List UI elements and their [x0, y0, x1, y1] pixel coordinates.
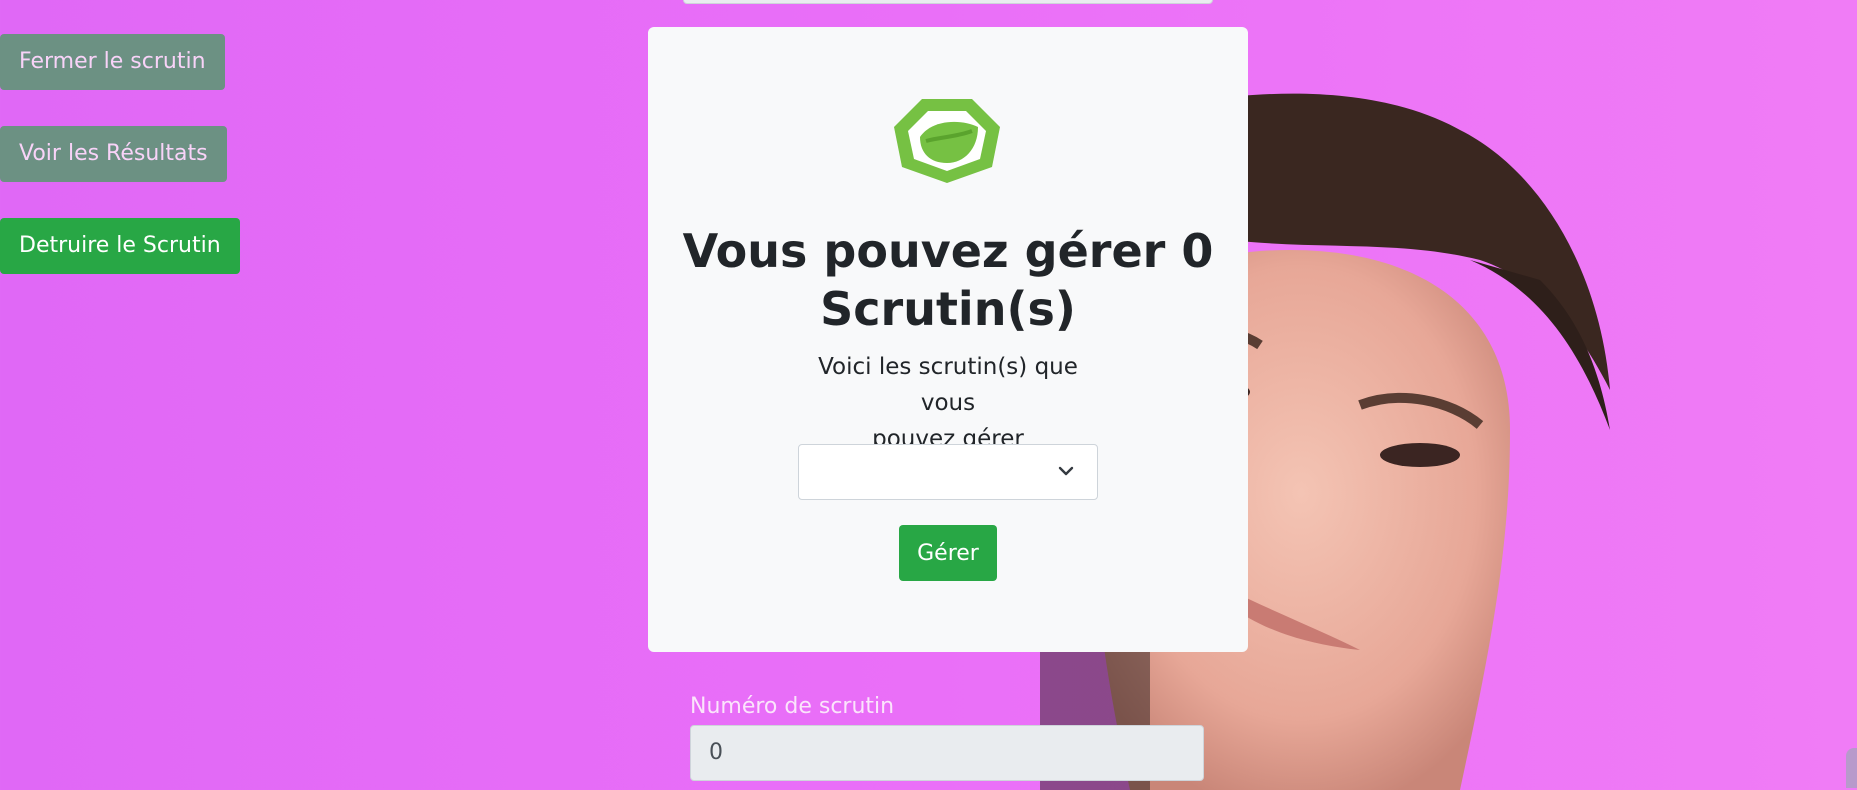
subtitle-line-1: Voici les scrutin(s) que vous: [818, 354, 1078, 416]
destroy-poll-button[interactable]: Detruire le Scrutin: [0, 218, 240, 274]
page-title: Vous pouvez gérer 0 Scrutin(s): [648, 222, 1248, 338]
spring-leaf-logo-icon: [894, 99, 1000, 183]
subtitle: Voici les scrutin(s) que vous pouvez gér…: [788, 349, 1108, 457]
view-results-button[interactable]: Voir les Résultats: [0, 126, 227, 182]
title-line-2: Scrutin(s): [820, 282, 1076, 336]
poll-number-input[interactable]: 0: [690, 725, 1204, 781]
scroll-widget-edge: [1846, 748, 1857, 788]
poll-select[interactable]: [798, 444, 1098, 500]
title-line-1: Vous pouvez gérer 0: [682, 224, 1214, 278]
manage-button[interactable]: Gérer: [899, 525, 997, 581]
previous-field-edge: [683, 0, 1213, 4]
manage-polls-card: Vous pouvez gérer 0 Scrutin(s) Voici les…: [648, 27, 1248, 652]
poll-number-label: Numéro de scrutin: [690, 694, 895, 719]
close-poll-button[interactable]: Fermer le scrutin: [0, 34, 225, 90]
chevron-down-icon: [1058, 466, 1074, 476]
